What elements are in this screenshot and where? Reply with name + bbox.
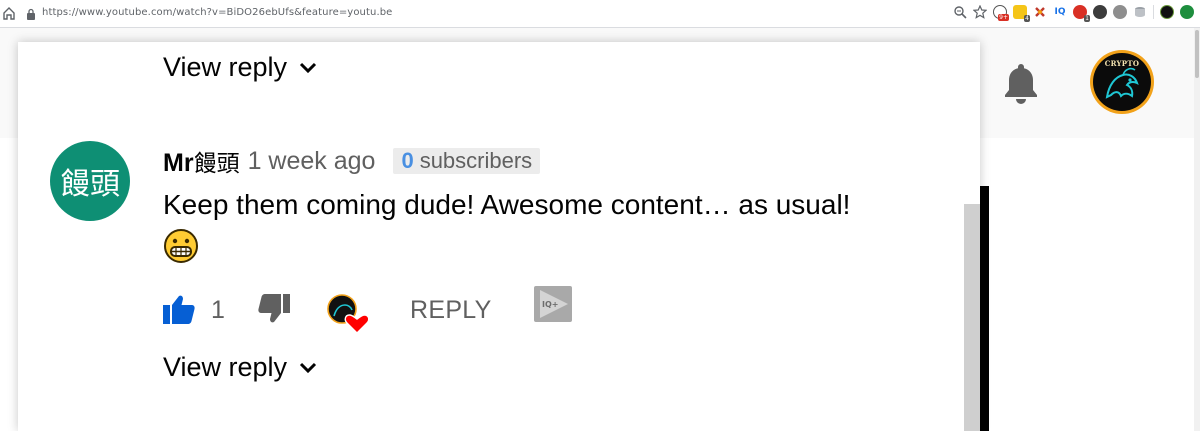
iq-plus-button[interactable]: IQ+ <box>534 286 572 322</box>
view-reply-label: View reply <box>163 352 288 382</box>
ext-yellow-icon[interactable]: 4 <box>1013 5 1030 22</box>
comment-timestamp[interactable]: 1 week ago <box>248 147 376 176</box>
like-count: 1 <box>211 296 225 324</box>
url-field[interactable]: https://www.youtube.com/watch?v=BiDO26eb… <box>42 7 392 18</box>
toolbar-divider <box>1153 5 1154 19</box>
comment-author[interactable]: Mr饅頭 <box>163 144 240 178</box>
channel-avatar-image: CRYPTO <box>1093 53 1151 111</box>
ext-green-icon[interactable] <box>1180 5 1194 19</box>
star-icon[interactable] <box>973 5 987 19</box>
ext-stack-icon[interactable] <box>1133 5 1147 19</box>
creator-heart-icon[interactable] <box>327 294 371 334</box>
comment-actions: 1 REPLY IQ+ <box>163 286 683 334</box>
svg-text:IQ+: IQ+ <box>542 300 558 309</box>
subscribers-badge: 0 subscribers <box>393 148 541 174</box>
channel-avatar[interactable]: CRYPTO <box>1090 50 1154 114</box>
ext-iq-icon[interactable]: IQ <box>1053 5 1067 19</box>
reply-button[interactable]: REPLY <box>410 296 492 325</box>
grinning-face-emoji-icon <box>164 229 198 263</box>
dragon-icon <box>1105 67 1139 99</box>
view-reply-label: View reply <box>163 52 288 82</box>
browser-extension-bar: 9+ 4 IQ 1 <box>953 5 1194 22</box>
chevron-down-icon <box>300 62 317 73</box>
view-reply-button-bottom[interactable]: View reply <box>163 352 319 383</box>
author-name: 饅頭 <box>193 151 240 177</box>
profile-icon[interactable] <box>1160 5 1174 19</box>
subscribers-count: 0 <box>401 148 414 173</box>
comment-header: Mr饅頭 1 week ago 0 subscribers <box>163 144 541 178</box>
browser-address-bar: https://www.youtube.com/watch?v=BiDO26eb… <box>0 0 1200 28</box>
view-reply-button-top[interactable]: View reply <box>163 52 319 83</box>
home-icon[interactable] <box>2 6 16 20</box>
subscribers-label: subscribers <box>419 148 533 173</box>
bell-icon[interactable] <box>1001 62 1041 104</box>
comment-text: Keep them coming dude! Awesome content… … <box>163 189 851 220</box>
ext-red-circle-icon[interactable]: 1 <box>1073 5 1090 22</box>
ext-dark-icon[interactable] <box>1093 5 1107 19</box>
page-scrollbar-thumb[interactable] <box>1195 30 1199 78</box>
thumbs-down-icon[interactable] <box>258 294 290 324</box>
lock-icon[interactable] <box>26 8 36 20</box>
panel-edge-bar <box>980 186 989 431</box>
ext-grey-icon[interactable] <box>1113 5 1127 19</box>
iq-plus-icon: IQ+ <box>540 290 568 318</box>
commenter-avatar[interactable]: 饅頭 <box>50 141 130 221</box>
page-scrollbar[interactable] <box>1194 28 1200 431</box>
chevron-down-icon <box>300 362 317 373</box>
ext-red-badge-icon[interactable]: 9+ <box>993 5 1009 21</box>
panel-scrollbar[interactable] <box>964 204 980 431</box>
zoom-icon[interactable] <box>953 5 967 19</box>
ext-x-icon[interactable] <box>1033 5 1047 19</box>
author-prefix: Mr <box>163 149 194 177</box>
thumbs-up-icon[interactable] <box>163 294 195 324</box>
